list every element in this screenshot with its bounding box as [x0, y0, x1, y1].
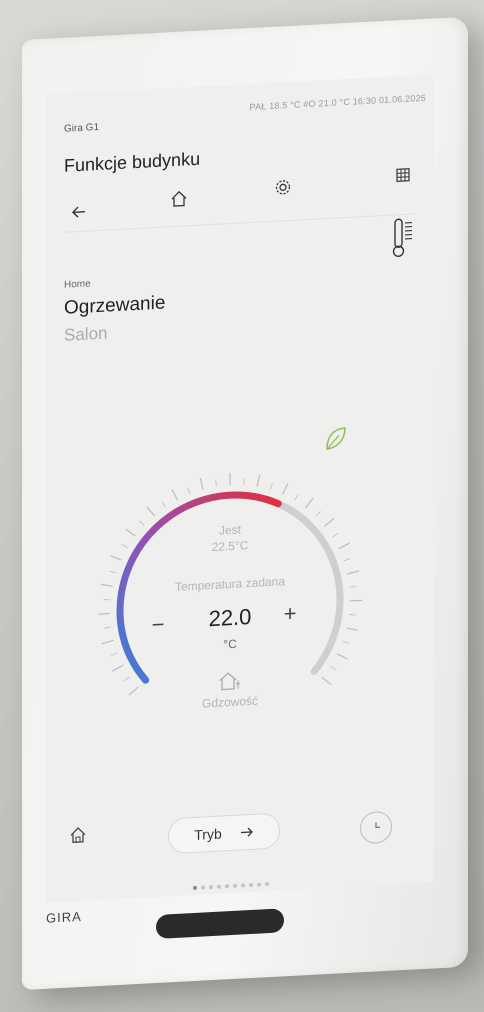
dial-tick: [324, 517, 335, 527]
dial-tick: [348, 614, 356, 616]
dial-tick: [100, 583, 113, 587]
gira-logo: GIRA: [46, 908, 82, 926]
dial-tick: [305, 497, 314, 509]
dial-tick: [110, 555, 122, 561]
home-icon: [70, 827, 86, 844]
dial-tick: [329, 665, 337, 670]
page-dot[interactable]: [265, 882, 269, 887]
dial-tick: [343, 558, 351, 562]
dial-tick: [347, 570, 360, 575]
dial-tick: [342, 640, 350, 644]
dial-tick: [139, 520, 145, 526]
dial-tick: [125, 528, 136, 537]
page-dot[interactable]: [217, 884, 221, 889]
wall-panel: Gira G1 PAŁ 18.5 °C #O 21.0 °C 16:30 01.…: [22, 16, 468, 990]
sensor-bar: [156, 908, 284, 939]
arrow-right-icon: [240, 827, 253, 837]
dial-tick: [332, 532, 339, 538]
dial-tick: [104, 626, 112, 629]
dial-tick: [112, 664, 124, 672]
dial-tick: [101, 639, 114, 645]
dial-tick: [187, 487, 191, 495]
page-dot[interactable]: [209, 884, 213, 890]
divider: [64, 213, 414, 233]
touch-screen: Gira G1 PAŁ 18.5 °C #O 21.0 °C 16:30 01.…: [46, 74, 434, 903]
room-name: Salon: [64, 323, 108, 345]
dial-tick: [110, 652, 118, 657]
home-icon: [171, 190, 187, 207]
dial-tick: [338, 542, 350, 550]
dial-tick: [171, 489, 178, 501]
dial-tick: [256, 474, 261, 487]
dial-tick: [346, 627, 359, 631]
clock-icon: [375, 822, 380, 829]
dial-tick: [315, 511, 321, 517]
dial-tick: [103, 599, 111, 601]
dial-tick: [161, 501, 166, 508]
grid-icon: [396, 168, 410, 182]
dial-tick: [321, 676, 332, 686]
presence-button[interactable]: [216, 668, 244, 693]
page-title: Funkcje budynku: [64, 148, 201, 176]
page-dot[interactable]: [225, 884, 229, 889]
page-dot[interactable]: [193, 885, 197, 891]
brand-label: Gira G1: [64, 121, 100, 135]
arrow-left-icon: [72, 206, 85, 218]
dial-tick: [109, 570, 117, 574]
footer-home-button[interactable]: [64, 820, 92, 849]
back-button[interactable]: [64, 196, 94, 228]
timer-button[interactable]: [360, 810, 392, 845]
home-nav-button[interactable]: [164, 183, 194, 215]
dial-tick: [269, 483, 273, 490]
gear-icon: [275, 180, 291, 195]
dial-tick: [294, 494, 299, 501]
dial-tick: [128, 686, 139, 696]
dial-tick: [98, 612, 111, 615]
section-heading: Ogrzewanie: [64, 292, 166, 319]
dial-tick: [199, 477, 204, 490]
status-bar: PAŁ 18.5 °C #O 21.0 °C 16:30 01.06.2025: [249, 92, 426, 113]
home-person-icon: [219, 672, 240, 691]
page-dot[interactable]: [201, 885, 205, 890]
settings-button[interactable]: [268, 172, 298, 204]
mode-button[interactable]: Tryb: [168, 812, 280, 855]
setpoint-value: 22.0: [208, 603, 252, 632]
page-indicator[interactable]: [156, 871, 306, 897]
dial-tick: [349, 585, 357, 588]
dial-tick: [349, 599, 362, 602]
photo-background: { "header": { "brand": "Gira G1", "statu…: [0, 0, 484, 1012]
grid-button[interactable]: [388, 159, 418, 191]
thermometer-button[interactable]: [390, 215, 416, 260]
dial-tick: [336, 653, 348, 660]
dial-tick: [243, 478, 245, 486]
page-dot[interactable]: [257, 882, 261, 887]
dial-tick: [215, 479, 217, 487]
dial-tick: [123, 676, 131, 682]
mode-label: Tryb: [194, 825, 222, 843]
page-dot[interactable]: [233, 883, 237, 888]
page-dot[interactable]: [241, 883, 245, 888]
page-dot[interactable]: [249, 882, 253, 888]
thermometer-icon: [392, 218, 412, 257]
breadcrumb: Home: [64, 278, 91, 291]
dial-tick: [121, 544, 128, 549]
dial-tick: [282, 483, 289, 495]
dial-tick: [146, 506, 155, 517]
